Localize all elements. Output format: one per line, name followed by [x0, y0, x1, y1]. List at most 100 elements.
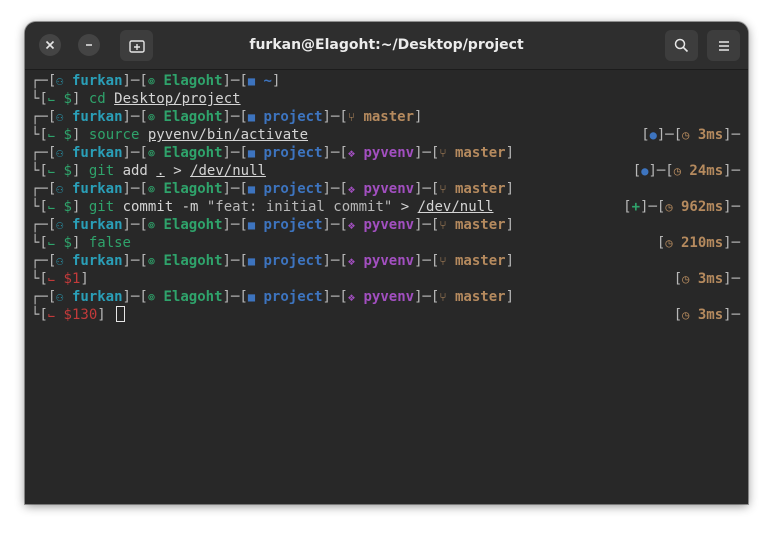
terminal-window: furkan@Elagoht:~/Desktop/project ┌─[⚇ fu…	[25, 22, 748, 504]
prompt-symbol: $	[63, 163, 72, 179]
prompt-host: Elagoht	[163, 145, 223, 161]
minimize-button[interactable]	[78, 34, 100, 56]
folder-icon: ■	[247, 146, 256, 160]
host-icon: ⊚	[147, 290, 156, 304]
host-icon: ⊚	[147, 218, 156, 232]
python-venv-icon: ❖	[347, 290, 356, 304]
git-status-added: +	[631, 199, 641, 215]
git-branch-icon: ⑂	[439, 146, 447, 160]
host-icon: ⊚	[147, 74, 156, 88]
command-line: └[⌙ $] false [◷ 210ms]─	[31, 235, 740, 251]
prompt-line: ┌─[⚇ furkan]─[⊚ Elagoht]─[■ project]─[⑂ …	[31, 109, 423, 125]
command-line: └[⌙ $] source pyvenv/bin/activate [●]─[◷ …	[31, 127, 740, 143]
command-arg: /dev/null	[417, 199, 494, 215]
folder-icon: ■	[247, 110, 256, 124]
status-error-icon: ⌙	[47, 308, 56, 322]
prompt-host: Elagoht	[163, 109, 223, 125]
command: cd	[88, 91, 106, 107]
close-icon	[45, 40, 55, 50]
clock-icon: ◷	[682, 308, 690, 322]
folder-icon: ■	[247, 218, 256, 232]
host-icon: ⊚	[147, 110, 156, 124]
prompt-host: Elagoht	[163, 253, 223, 269]
python-venv-icon: ❖	[347, 218, 356, 232]
host-icon: ⊚	[147, 254, 156, 268]
hamburger-menu-icon	[718, 40, 729, 51]
user-icon: ⚇	[56, 290, 64, 304]
prompt-user: furkan	[71, 145, 123, 161]
git-status-icon: ●	[649, 128, 657, 142]
exec-time: 962ms	[680, 199, 724, 215]
folder-icon: ■	[247, 74, 256, 88]
close-button[interactable]	[39, 34, 61, 56]
exec-time: 24ms	[689, 163, 724, 179]
prompt-dir: ~	[263, 73, 272, 89]
clock-icon: ◷	[673, 164, 681, 178]
folder-icon: ■	[247, 290, 256, 304]
prompt-host: Elagoht	[163, 217, 223, 233]
prompt-user: furkan	[71, 109, 123, 125]
user-icon: ⚇	[56, 182, 64, 196]
command-arg: .	[156, 163, 165, 179]
status-ok-icon: ⌙	[47, 236, 56, 250]
command-line: └[⌙ $] cd Desktop/project	[31, 91, 241, 107]
prompt-symbol: $	[63, 91, 72, 107]
prompt-venv: pyvenv	[363, 253, 415, 269]
exec-time: 3ms	[697, 127, 724, 143]
exec-time: 3ms	[697, 271, 724, 287]
git-branch-icon: ⑂	[347, 110, 356, 124]
user-icon: ⚇	[56, 146, 64, 160]
folder-icon: ■	[247, 254, 256, 268]
prompt-dir: project	[263, 181, 323, 197]
clock-icon: ◷	[682, 272, 690, 286]
prompt-branch: master	[363, 109, 415, 125]
git-branch-icon: ⑂	[439, 218, 447, 232]
prompt-branch: master	[455, 217, 506, 233]
text-cursor	[116, 306, 126, 322]
status-ok-icon: ⌙	[47, 92, 56, 106]
command-args: add	[122, 163, 148, 179]
status-ok-icon: ⌙	[47, 200, 56, 214]
command-arg: pyvenv/bin/activate	[147, 127, 309, 143]
command-line: └[⌙ $] git commit -m "feat: initial comm…	[31, 199, 740, 215]
search-button[interactable]	[665, 30, 698, 61]
prompt-venv: pyvenv	[363, 289, 415, 305]
user-icon: ⚇	[56, 74, 64, 88]
prompt-dir: project	[263, 109, 323, 125]
git-branch-icon: ⑂	[439, 254, 447, 268]
user-icon: ⚇	[56, 254, 64, 268]
prompt-host: Elagoht	[163, 73, 223, 89]
folder-icon: ■	[247, 182, 256, 196]
prompt-user: furkan	[71, 253, 123, 269]
prompt-branch: master	[455, 253, 506, 269]
prompt-line: ┌─[⚇ furkan]─[⊚ Elagoht]─[■ project]─[❖ …	[31, 253, 515, 269]
command: git	[88, 163, 115, 179]
redirect-operator: >	[400, 199, 410, 215]
clock-icon: ◷	[665, 200, 673, 214]
terminal-output[interactable]: ┌─[⚇ furkan]─[⊚ Elagoht]─[■ ~] └[⌙ $] cd…	[25, 70, 748, 504]
clock-icon: ◷	[665, 236, 673, 250]
status-ok-icon: ⌙	[47, 164, 56, 178]
prompt-line: ┌─[⚇ furkan]─[⊚ Elagoht]─[■ project]─[❖ …	[31, 289, 515, 305]
prompt-dir: project	[263, 217, 323, 233]
git-branch-icon: ⑂	[439, 290, 447, 304]
title-bar: furkan@Elagoht:~/Desktop/project	[25, 22, 748, 70]
search-icon	[674, 38, 689, 53]
command-line-active[interactable]: └[⌙ $130] [◷ 3ms]─	[31, 306, 740, 324]
command: false	[88, 235, 131, 251]
prompt-user: furkan	[71, 73, 123, 89]
host-icon: ⊚	[147, 182, 156, 196]
host-icon: ⊚	[147, 146, 156, 160]
menu-button[interactable]	[707, 30, 740, 61]
new-tab-button[interactable]	[120, 30, 153, 61]
prompt-user: furkan	[71, 289, 123, 305]
prompt-branch: master	[455, 181, 506, 197]
status-ok-icon: ⌙	[47, 128, 56, 142]
prompt-branch: master	[455, 289, 506, 305]
command: source	[88, 127, 140, 143]
user-icon: ⚇	[56, 110, 64, 124]
exit-code: $1	[63, 271, 81, 287]
command-arg: /dev/null	[190, 163, 266, 179]
prompt-venv: pyvenv	[363, 145, 415, 161]
prompt-symbol: $	[63, 127, 72, 143]
